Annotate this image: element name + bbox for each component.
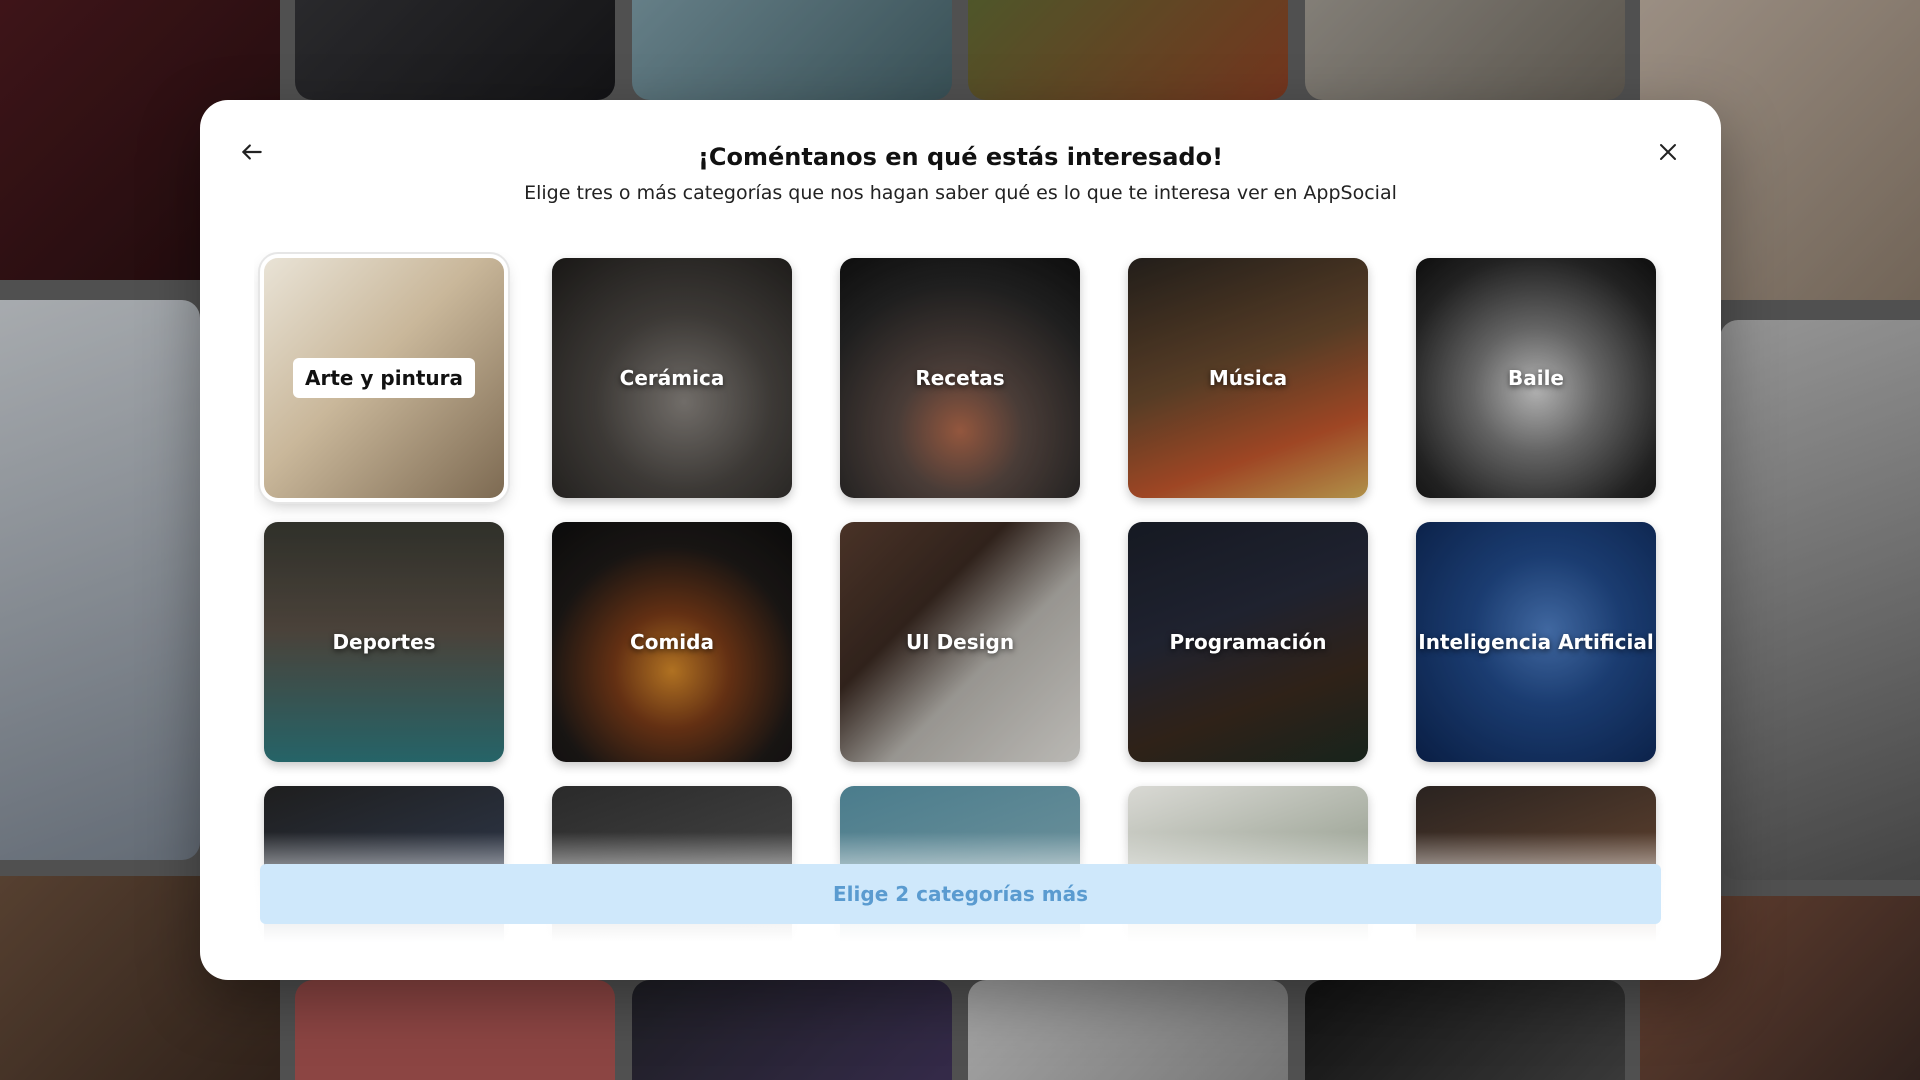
category-label: Cerámica xyxy=(619,366,725,390)
category-label: Comida xyxy=(630,630,714,654)
category-card-deportes[interactable]: Deportes xyxy=(264,522,504,762)
category-label: Programación xyxy=(1169,630,1327,654)
category-label: Inteligencia Artificial xyxy=(1418,630,1654,654)
choose-more-categories-button[interactable]: Elige 2 categorías más xyxy=(260,864,1661,924)
category-label: Baile xyxy=(1507,366,1564,390)
category-card-programacion[interactable]: Programación xyxy=(1128,522,1368,762)
category-card-baile[interactable]: Baile xyxy=(1416,258,1656,498)
category-selection-modal: ¡Coméntanos en qué estás interesado! Eli… xyxy=(200,100,1721,980)
category-card-recetas[interactable]: Recetas xyxy=(840,258,1080,498)
category-card-arte-y-pintura[interactable]: Arte y pintura xyxy=(260,254,508,502)
category-card-comida[interactable]: Comida xyxy=(552,522,792,762)
category-card-inteligencia-artificial[interactable]: Inteligencia Artificial xyxy=(1416,522,1656,762)
category-grid-viewport[interactable]: Arte y pintura Cerámica Recetas Música B… xyxy=(254,252,1666,942)
category-label: Música xyxy=(1208,366,1288,390)
category-grid: Arte y pintura Cerámica Recetas Música B… xyxy=(254,252,1666,942)
category-label: Deportes xyxy=(332,630,436,654)
category-card-ui-design[interactable]: UI Design xyxy=(840,522,1080,762)
category-card-ceramica[interactable]: Cerámica xyxy=(552,258,792,498)
category-label: Recetas xyxy=(915,366,1005,390)
category-label: UI Design xyxy=(905,630,1015,654)
category-card-musica[interactable]: Música xyxy=(1128,258,1368,498)
category-label: Arte y pintura xyxy=(293,358,475,398)
modal-subtitle: Elige tres o más categorías que nos haga… xyxy=(524,182,1397,204)
modal-title: ¡Coméntanos en qué estás interesado! xyxy=(697,143,1224,171)
